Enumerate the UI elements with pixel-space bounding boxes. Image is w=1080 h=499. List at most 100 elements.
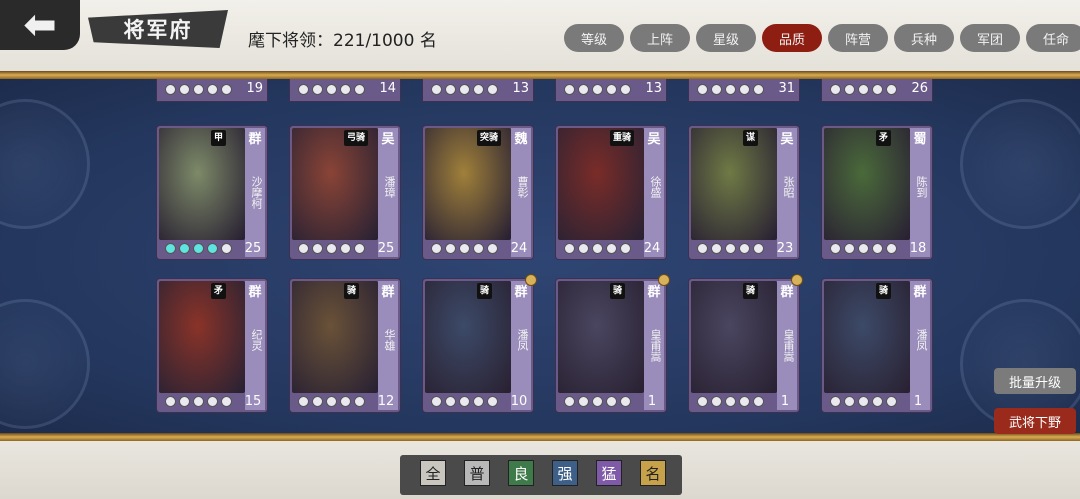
faction-label: 吴: [647, 132, 661, 147]
star-icon: [207, 84, 218, 95]
general-level: 15: [244, 394, 262, 409]
star-icon: [298, 396, 309, 407]
star-icon: [312, 84, 323, 95]
general-card-partial[interactable]: 19: [157, 79, 267, 101]
general-card-partial[interactable]: 13: [423, 79, 533, 101]
general-name: 华雄: [383, 329, 396, 351]
quality-filter-button[interactable]: 全: [420, 460, 446, 486]
star-icon: [739, 396, 750, 407]
star-icon: [844, 84, 855, 95]
sort-tab[interactable]: 等级: [564, 24, 624, 52]
star-icon: [165, 243, 176, 254]
back-button[interactable]: ⬅: [0, 0, 80, 50]
sort-tab[interactable]: 品质: [762, 24, 822, 52]
general-card-partial[interactable]: 14: [290, 79, 400, 101]
star-icon: [473, 243, 484, 254]
general-card[interactable]: 甲 群沙摩柯 25: [157, 126, 267, 259]
general-card[interactable]: 矛 蜀陈到 18: [822, 126, 932, 259]
star-row: [830, 243, 897, 254]
general-card[interactable]: 骑 群皇甫嵩 1: [556, 274, 670, 412]
star-icon: [459, 243, 470, 254]
star-icon: [431, 243, 442, 254]
general-level: 23: [776, 241, 794, 256]
star-row: [431, 84, 498, 95]
star-icon: [858, 84, 869, 95]
star-icon: [165, 84, 176, 95]
sort-tab[interactable]: 阵营: [828, 24, 888, 52]
general-card[interactable]: 矛 群纪灵 15: [157, 279, 267, 412]
sort-tab[interactable]: 星级: [696, 24, 756, 52]
troop-type-badge: 突骑: [477, 130, 502, 146]
star-icon: [725, 243, 736, 254]
star-icon: [739, 84, 750, 95]
star-row: [564, 396, 631, 407]
quality-filter-button[interactable]: 猛: [596, 460, 622, 486]
troop-type-badge: 谋: [743, 130, 759, 146]
general-card[interactable]: 骑 群华雄 12: [290, 279, 400, 412]
quality-filter-button[interactable]: 名: [640, 460, 666, 486]
general-portrait: [159, 281, 245, 393]
star-icon: [844, 243, 855, 254]
general-card[interactable]: 骑 群潘凤 1: [822, 279, 932, 412]
general-card[interactable]: 骑 群潘凤 10: [423, 274, 537, 412]
dismiss-general-button[interactable]: 武将下野: [994, 408, 1076, 434]
general-card[interactable]: 骑 群皇甫嵩 1: [689, 274, 803, 412]
star-icon: [830, 84, 841, 95]
sort-tab[interactable]: 兵种: [894, 24, 954, 52]
star-icon: [179, 396, 190, 407]
troop-type-badge: 矛: [876, 130, 892, 146]
star-icon: [193, 84, 204, 95]
general-card-partial[interactable]: 31: [689, 79, 799, 101]
general-card[interactable]: 突骑魏曹彰 24: [423, 126, 533, 259]
general-name: 潘凤: [915, 329, 928, 351]
star-row: [165, 243, 232, 254]
batch-upgrade-button[interactable]: 批量升级: [994, 368, 1076, 394]
sort-tab[interactable]: 任命: [1026, 24, 1080, 52]
quality-filter-button[interactable]: 强: [552, 460, 578, 486]
star-icon: [872, 84, 883, 95]
header: ⬅ 将军府 麾下将领：221/1000 名 等级 上阵 星级 品质 阵营 兵种 军团 任命: [0, 0, 1080, 72]
notification-badge-icon: [658, 274, 670, 286]
star-icon: [578, 396, 589, 407]
star-row: [298, 396, 365, 407]
general-card[interactable]: 弓骑吴潘璋 25: [290, 126, 400, 259]
quality-filter-button[interactable]: 良: [508, 460, 534, 486]
general-name: 徐盛: [649, 176, 662, 198]
star-icon: [179, 84, 190, 95]
general-card[interactable]: 重骑吴徐盛 24: [556, 126, 666, 259]
star-row: [431, 396, 498, 407]
faction-label: 蜀: [913, 132, 927, 147]
star-icon: [711, 243, 722, 254]
star-icon: [858, 243, 869, 254]
star-icon: [886, 396, 897, 407]
star-icon: [340, 84, 351, 95]
general-card-partial[interactable]: 26: [822, 79, 932, 101]
seal-decoration: [0, 299, 90, 429]
star-icon: [340, 396, 351, 407]
general-portrait: [159, 128, 245, 240]
troop-type-badge: 弓骑: [344, 130, 369, 146]
star-icon: [354, 396, 365, 407]
general-board[interactable]: 19 14 13 13 31 26 甲群沙摩柯 25 弓骑吴潘璋 25 突骑魏曹彰 24 重骑吴徐盛 24…: [0, 79, 1080, 433]
general-card-partial[interactable]: 13: [556, 79, 666, 101]
page-title: 将军府: [88, 10, 228, 48]
general-level: 24: [643, 241, 661, 256]
sort-tabs: 等级 上阵 星级 品质 阵营 兵种 军团 任命: [564, 24, 1080, 52]
notification-badge-icon: [791, 274, 803, 286]
sort-tab[interactable]: 军团: [960, 24, 1020, 52]
star-icon: [592, 84, 603, 95]
general-card[interactable]: 谋 吴张昭 23: [689, 126, 799, 259]
star-icon: [207, 396, 218, 407]
general-name: 张昭: [782, 176, 795, 198]
general-portrait: [425, 281, 511, 393]
quality-filter-button[interactable]: 普: [464, 460, 490, 486]
bottom-gold-border: [0, 433, 1080, 441]
sort-tab[interactable]: 上阵: [630, 24, 690, 52]
general-level: 24: [510, 241, 528, 256]
general-name: 沙摩柯: [250, 176, 263, 209]
general-level: 1: [647, 394, 657, 409]
star-icon: [592, 243, 603, 254]
star-icon: [711, 396, 722, 407]
general-portrait: [691, 281, 777, 393]
star-icon: [564, 243, 575, 254]
